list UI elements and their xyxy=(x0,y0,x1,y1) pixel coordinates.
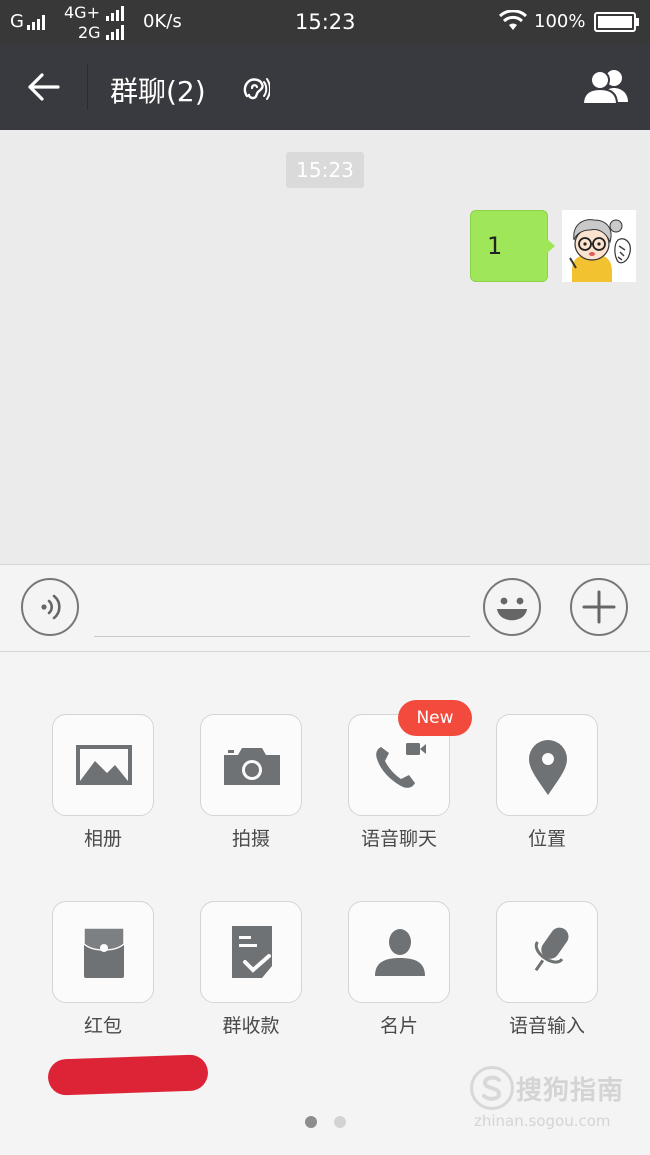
title-bar: 群聊(2) xyxy=(0,44,650,130)
red-highlight-mark xyxy=(47,1054,209,1096)
signal-strength-icon-2 xyxy=(106,5,124,21)
network-type-label: 4G+ xyxy=(64,3,100,22)
signal-strength-icon-3 xyxy=(106,24,124,40)
watermark: 搜狗指南 zhinan.sogou.com xyxy=(470,1066,640,1136)
clock: 15:23 xyxy=(295,10,356,34)
battery-icon xyxy=(594,12,639,32)
back-button[interactable] xyxy=(18,66,64,108)
page-indicator xyxy=(300,1116,350,1130)
tool-group-receipt-label: 群收款 xyxy=(222,1015,280,1037)
network-speed: 0K/s xyxy=(143,11,182,32)
new-badge: New xyxy=(398,700,472,736)
message-bubble-outgoing[interactable]: 1 xyxy=(470,210,548,282)
battery-percent: 100% xyxy=(534,11,586,32)
watermark-title: 搜狗指南 xyxy=(516,1076,625,1106)
contact-card-icon xyxy=(375,929,425,976)
page-dot[interactable] xyxy=(334,1116,346,1128)
red-packet-icon xyxy=(83,927,125,978)
tool-contact-card-button[interactable] xyxy=(348,901,450,1003)
input-bar xyxy=(0,564,650,652)
group-members-button[interactable] xyxy=(580,66,632,108)
group-receipt-icon xyxy=(232,926,272,978)
grandma-avatar-icon xyxy=(562,210,636,282)
signal-strength-icon xyxy=(27,14,45,30)
tool-location-button[interactable] xyxy=(496,714,598,816)
tool-camera-button[interactable] xyxy=(200,714,302,816)
page-dot-active[interactable] xyxy=(305,1116,317,1128)
status-bar: G 4G+ 2G 0K/s 15:23 100% xyxy=(0,0,650,44)
title-divider xyxy=(87,64,88,110)
network-type-label-2: 2G xyxy=(78,23,101,42)
tool-group-receipt-button[interactable] xyxy=(200,901,302,1003)
more-button[interactable] xyxy=(570,578,628,636)
plus-icon xyxy=(582,590,616,624)
album-icon xyxy=(76,745,132,785)
tool-camera-label: 拍摄 xyxy=(231,828,270,850)
watermark-url: zhinan.sogou.com xyxy=(474,1112,611,1130)
tool-red-packet-button[interactable] xyxy=(52,901,154,1003)
avatar[interactable] xyxy=(562,210,636,282)
tool-album-label: 相册 xyxy=(83,828,122,850)
location-pin-icon xyxy=(529,740,567,795)
earpiece-icon xyxy=(243,78,270,100)
tool-voice-input-button[interactable] xyxy=(496,901,598,1003)
voice-icon xyxy=(41,594,61,620)
tool-contact-card-label: 名片 xyxy=(379,1015,418,1037)
group-members-icon xyxy=(581,70,628,105)
watermark-logo-icon xyxy=(470,1066,514,1110)
emoji-button[interactable] xyxy=(483,578,541,636)
chat-area[interactable]: 15:23 1 xyxy=(0,130,650,564)
message-timestamp: 15:23 xyxy=(286,152,364,188)
microphone-icon xyxy=(534,927,569,972)
tool-red-packet-label: 红包 xyxy=(83,1015,122,1037)
tool-voice-input-label: 语音输入 xyxy=(508,1015,585,1037)
bubble-tail xyxy=(546,238,555,254)
page-title: 群聊(2) xyxy=(110,75,206,108)
back-arrow-icon xyxy=(28,73,60,101)
tool-album-button[interactable] xyxy=(52,714,154,816)
tool-voice-call-label: 语音聊天 xyxy=(360,828,437,850)
tool-location-label: 位置 xyxy=(527,828,566,850)
carrier-label: G xyxy=(10,11,24,32)
wifi-icon xyxy=(499,10,527,30)
message-input[interactable] xyxy=(94,585,470,637)
emoji-icon xyxy=(497,597,527,621)
voice-mode-button[interactable] xyxy=(21,578,79,636)
camera-icon xyxy=(224,748,280,785)
